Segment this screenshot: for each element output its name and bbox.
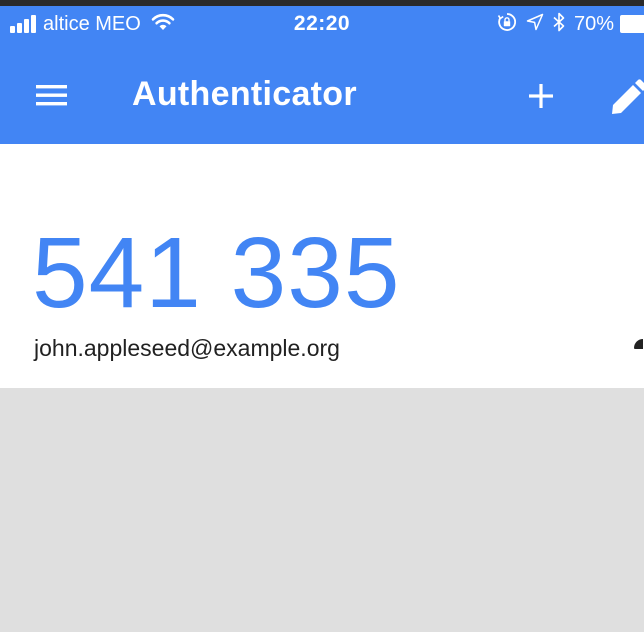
edit-button[interactable]: [604, 72, 644, 122]
app-title: Authenticator: [132, 75, 357, 113]
location-icon: [526, 13, 544, 36]
edit-icon: [612, 79, 644, 114]
add-icon: [529, 84, 553, 108]
menu-icon: [36, 85, 67, 106]
battery-icon: [620, 15, 644, 33]
app-bar: Authenticator: [0, 44, 644, 144]
menu-button[interactable]: [26, 74, 82, 114]
account-name: john.appleseed@example.org: [34, 335, 340, 361]
orientation-lock-icon: [497, 12, 517, 37]
add-account-button[interactable]: [520, 74, 564, 118]
status-bar: altice MEO 22:20 70%: [0, 0, 644, 44]
status-bar-shade: [0, 0, 644, 6]
battery-percent: 70%: [573, 13, 614, 35]
account-card[interactable]: 541 335 john.appleseed@example.org: [0, 144, 644, 388]
status-right: 70%: [497, 10, 644, 38]
countdown-timer-icon: [626, 338, 644, 358]
bluetooth-icon: [553, 12, 565, 37]
authenticator-screen: altice MEO 22:20 70% Authenticator 541 3…: [0, 0, 644, 632]
otp-code: 541 335: [32, 217, 401, 329]
